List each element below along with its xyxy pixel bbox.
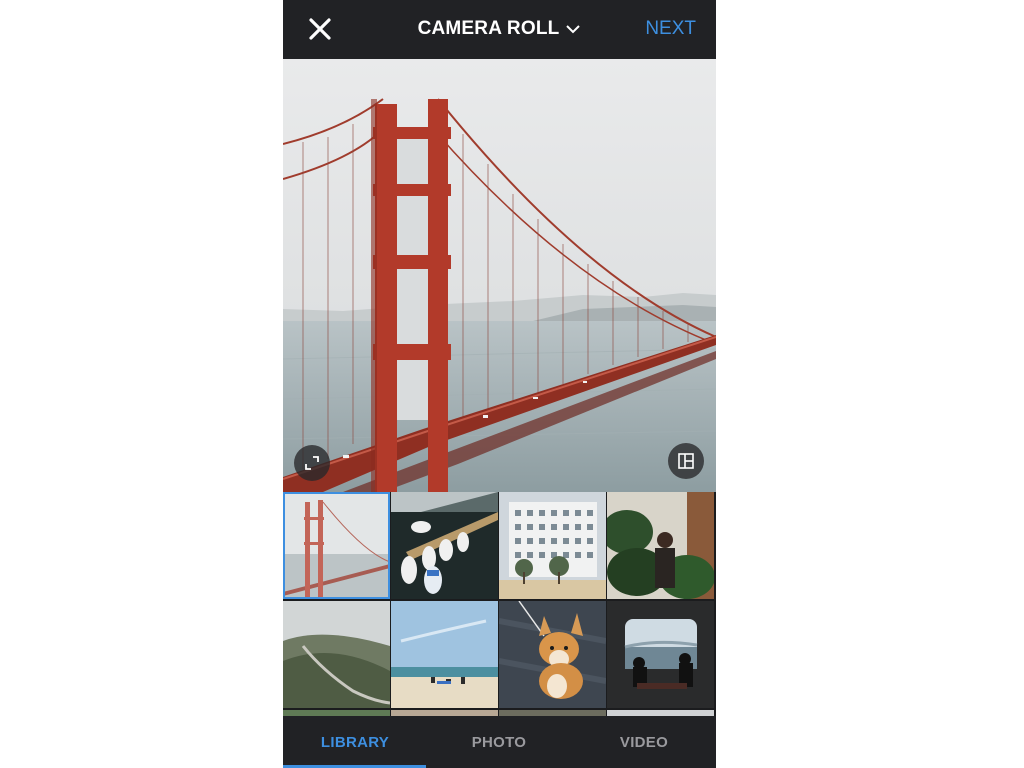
thumbnail-corgi[interactable] [499,601,606,708]
thumbnail-window-view[interactable] [607,601,714,708]
layout-button[interactable] [668,443,704,479]
top-bar: CAMERA ROLL NEXT [283,0,716,59]
thumbnail-marina[interactable] [391,492,498,599]
photo-preview[interactable] [283,59,716,492]
thumbnail-plants[interactable] [607,492,714,599]
album-dropdown[interactable]: CAMERA ROLL [418,18,582,40]
photo-library-grid [283,492,716,716]
thumbnail-golden-gate[interactable] [283,492,390,599]
tab-library[interactable]: LIBRARY [283,716,427,768]
thumbnail-beach[interactable] [391,601,498,708]
album-title: CAMERA ROLL [417,18,560,39]
expand-button[interactable] [294,445,330,481]
camera-roll-screen: CAMERA ROLL NEXT LIBRARY PHOTO VIDEO [283,0,716,768]
expand-icon [305,456,319,470]
thumbnail-white-building[interactable] [499,492,606,599]
thumbnail-coastal-hills[interactable] [283,601,390,708]
tab-photo[interactable]: PHOTO [427,716,571,768]
next-button[interactable]: NEXT [645,18,696,40]
layout-icon [678,453,694,469]
golden-gate-bridge-photo [283,59,716,492]
tab-video[interactable]: VIDEO [572,716,716,768]
chevron-down-icon [566,25,581,34]
mode-tab-bar: LIBRARY PHOTO VIDEO [283,716,716,768]
